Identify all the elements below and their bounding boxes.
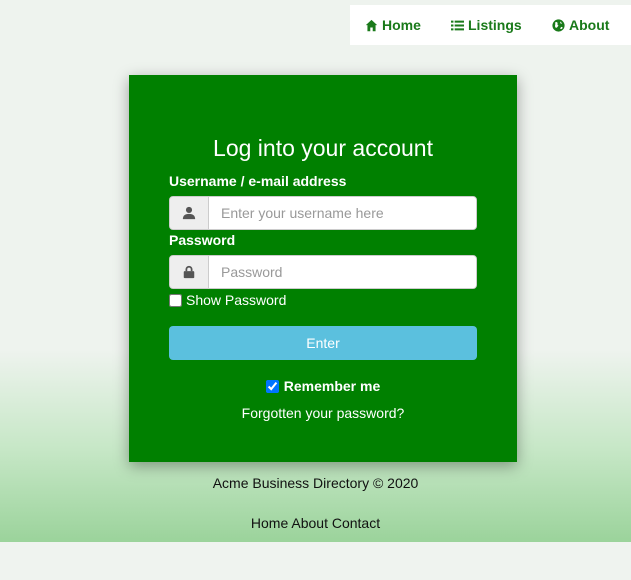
password-input-group (169, 255, 477, 289)
show-password-checkbox[interactable] (169, 293, 182, 307)
remember-me-label: Remember me (283, 378, 381, 394)
list-icon (451, 20, 464, 30)
show-password-label: Show Password (186, 292, 287, 308)
password-input[interactable] (209, 256, 476, 288)
forgot-password-link[interactable]: Forgotten your password? (129, 405, 517, 421)
enter-button[interactable]: Enter (169, 326, 477, 360)
username-addon (170, 197, 209, 229)
nav-about-label: About (569, 17, 610, 33)
password-addon (170, 256, 209, 288)
password-label: Password (169, 232, 236, 248)
username-label: Username / e-mail address (169, 173, 347, 189)
login-title: Log into your account (213, 135, 433, 161)
footer-links: Home About Contact (0, 515, 631, 531)
footer-copyright: Acme Business Directory © 2020 (212, 475, 419, 491)
username-input[interactable] (209, 197, 476, 229)
user-icon (182, 206, 196, 220)
footer-home-link[interactable]: Home (251, 515, 288, 531)
nav-listings-link[interactable]: Listings (451, 17, 522, 33)
login-card: Log into your account Username / e-mail … (129, 75, 517, 462)
username-input-group (169, 196, 477, 230)
globe-icon (552, 18, 565, 32)
nav-home-link[interactable]: Home (365, 17, 421, 33)
nav-listings-label: Listings (468, 17, 522, 33)
remember-me-checkbox[interactable] (265, 379, 279, 393)
lock-icon (183, 265, 195, 279)
nav-about-link[interactable]: About (552, 17, 609, 33)
home-icon (365, 19, 378, 31)
show-password-option[interactable]: Show Password (169, 292, 286, 308)
remember-me-option[interactable]: Remember me (129, 378, 517, 394)
footer-contact-link[interactable]: Contact (332, 515, 380, 531)
top-navbar: Home Listings About (350, 5, 631, 45)
nav-home-label: Home (382, 17, 421, 33)
footer-about-link[interactable]: About (291, 515, 328, 531)
